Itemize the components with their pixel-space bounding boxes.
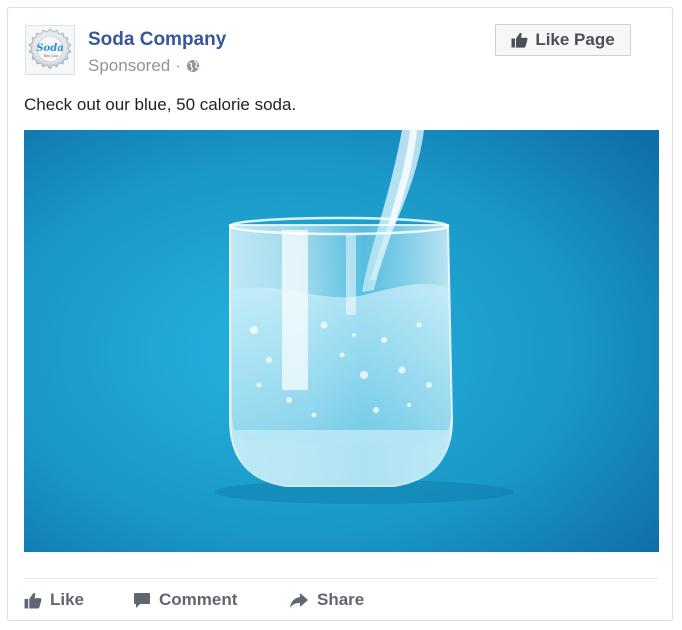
- like-label: Like: [50, 590, 85, 609]
- meta-separator: ·: [175, 56, 181, 75]
- like-page-button[interactable]: Like Page: [495, 24, 631, 56]
- thumbs-up-icon: [24, 592, 42, 609]
- post-photo[interactable]: [24, 130, 659, 552]
- sponsored-post-card: Soda Bee Cola Soda Company Sponsored · L…: [7, 7, 673, 621]
- comment-icon: [134, 592, 150, 608]
- avatar-logo-text: Soda: [36, 43, 63, 54]
- glass-of-water-image: [24, 130, 659, 552]
- page-name-link[interactable]: Soda Company: [88, 29, 226, 51]
- avatar-logo-subtext: Bee Cola: [44, 54, 58, 58]
- like-page-label: Like Page: [535, 30, 615, 49]
- actions-divider: [24, 578, 658, 579]
- share-arrow-icon: [290, 592, 308, 608]
- share-button[interactable]: Share: [289, 589, 364, 611]
- share-label: Share: [317, 590, 365, 609]
- post-text: Check out our blue, 50 calorie soda.: [24, 95, 297, 114]
- post-meta: Sponsored ·: [88, 56, 200, 76]
- comment-label: Comment: [159, 590, 238, 609]
- globe-icon[interactable]: [186, 59, 200, 73]
- comment-button[interactable]: Comment: [133, 589, 237, 611]
- thumbs-up-icon: [511, 32, 528, 48]
- like-button[interactable]: Like: [24, 589, 84, 611]
- sponsored-label[interactable]: Sponsored: [88, 56, 170, 76]
- page-avatar[interactable]: Soda Bee Cola: [25, 25, 75, 75]
- bottle-cap-logo: Soda Bee Cola: [28, 28, 72, 70]
